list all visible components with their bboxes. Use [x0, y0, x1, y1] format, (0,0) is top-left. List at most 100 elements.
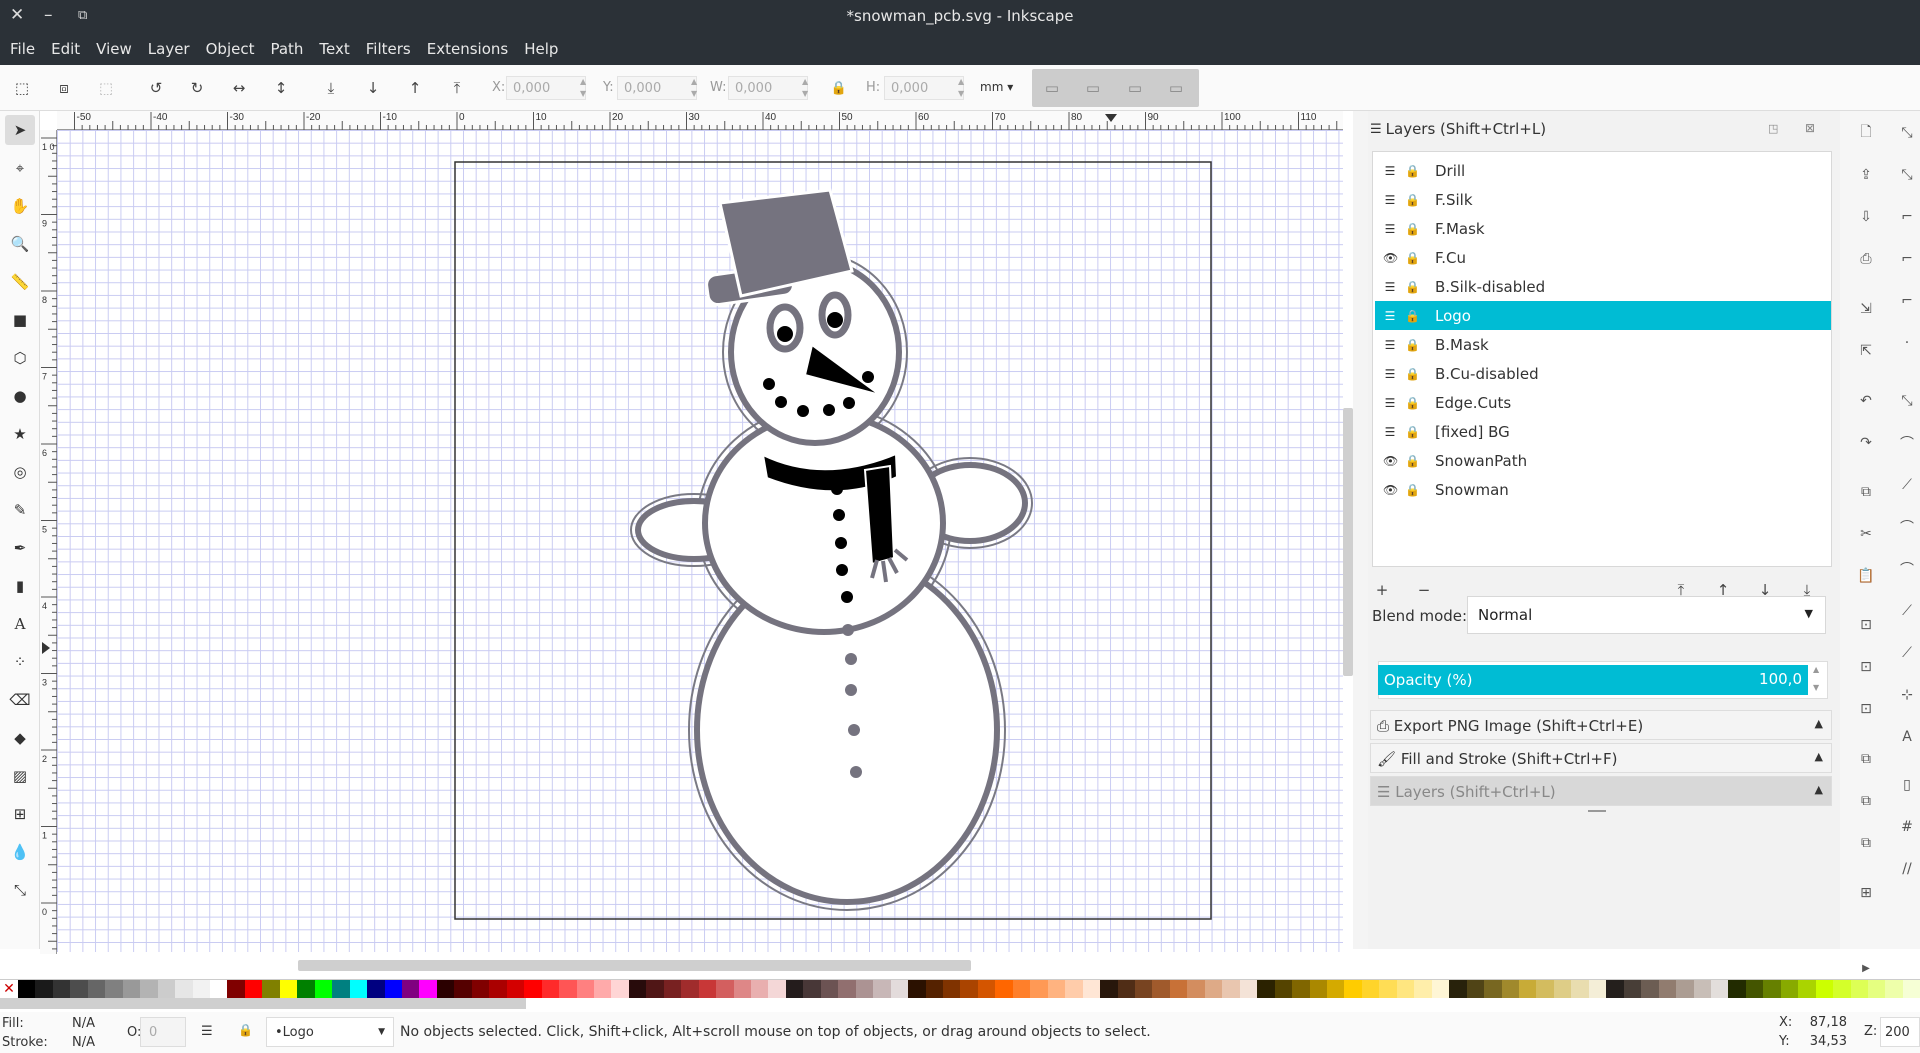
menu-help[interactable]: Help	[516, 40, 566, 58]
color-swatch[interactable]	[1361, 980, 1380, 998]
hidden-icon[interactable]: ☰	[1383, 309, 1397, 323]
eye-icon[interactable]: 👁	[1383, 251, 1398, 265]
color-swatch[interactable]	[1449, 980, 1467, 998]
color-swatch[interactable]	[1082, 980, 1101, 998]
current-layer-select[interactable]: •Logo ▼	[266, 1017, 394, 1047]
group-icon[interactable]: ⊞	[1855, 882, 1877, 904]
color-swatch[interactable]	[733, 980, 752, 998]
spiral-tool-icon[interactable]: ◎	[5, 457, 35, 487]
lower-icon[interactable]: ↓	[362, 77, 384, 99]
snap-nodes-icon[interactable]: ⤡	[1896, 390, 1918, 412]
snap-grid-icon[interactable]: #	[1896, 816, 1918, 838]
color-swatch[interactable]	[1588, 980, 1607, 998]
close-panel-icon[interactable]: ⊠	[1805, 121, 1815, 135]
dock-fill-stroke[interactable]: 🖌 Fill and Stroke (Shift+Ctrl+F) ▲	[1370, 743, 1832, 773]
zoom-selection-icon[interactable]: ⊡	[1855, 614, 1877, 636]
menu-view[interactable]: View	[88, 40, 140, 58]
color-swatch[interactable]	[1379, 980, 1397, 998]
palette-scrollbar[interactable]	[0, 998, 526, 1009]
calligraphy-tool-icon[interactable]: ▮	[5, 571, 35, 601]
color-swatch[interactable]	[1710, 980, 1729, 998]
snap-intersection-icon[interactable]: ⟋	[1896, 474, 1918, 496]
color-swatch[interactable]	[1745, 980, 1764, 998]
color-swatch[interactable]	[70, 980, 88, 998]
snap-toggle-icon[interactable]: ⤡	[1896, 122, 1918, 144]
color-swatch[interactable]	[820, 980, 839, 998]
snap-bbox-center-icon[interactable]: ·	[1896, 332, 1918, 354]
color-swatch[interactable]	[1536, 980, 1554, 998]
deselect-icon[interactable]: ⬚	[95, 77, 117, 99]
remove-layer-icon[interactable]: −	[1413, 581, 1435, 599]
move-gradients-icon[interactable]: ▭	[1124, 77, 1146, 99]
unit-select[interactable]: mm ▾	[980, 80, 1013, 94]
snap-guide-icon[interactable]: //	[1896, 858, 1918, 880]
color-swatch[interactable]	[35, 980, 53, 998]
hidden-icon[interactable]: ☰	[1383, 222, 1397, 236]
lock-icon[interactable]: 🔒	[1405, 164, 1420, 178]
color-swatch[interactable]	[471, 980, 490, 998]
raise-to-top-icon[interactable]: ⤒	[446, 77, 468, 99]
menu-object[interactable]: Object	[198, 40, 263, 58]
color-swatch[interactable]	[157, 980, 176, 998]
lock-icon[interactable]: 🔒	[1405, 338, 1420, 352]
color-swatch[interactable]	[541, 980, 560, 998]
color-swatch[interactable]	[838, 980, 856, 998]
print-icon[interactable]: ⎙	[1855, 248, 1877, 270]
lock-icon[interactable]: 🔒	[1405, 483, 1420, 497]
color-swatch[interactable]	[279, 980, 298, 998]
menu-layer[interactable]: Layer	[140, 40, 198, 58]
zoom-tool-icon[interactable]: 🔍	[5, 229, 35, 259]
color-swatch[interactable]	[1169, 980, 1188, 998]
menu-file[interactable]: File	[2, 40, 43, 58]
color-swatch[interactable]	[1135, 980, 1153, 998]
color-swatch[interactable]	[489, 980, 507, 998]
fill-value[interactable]: N/A	[72, 1016, 95, 1031]
color-swatch[interactable]	[1501, 980, 1519, 998]
color-swatch[interactable]	[593, 980, 612, 998]
undo-icon[interactable]: ↶	[1855, 390, 1877, 412]
color-swatch[interactable]	[855, 980, 874, 998]
color-swatch[interactable]	[367, 980, 385, 998]
color-swatch[interactable]	[1658, 980, 1677, 998]
color-swatch[interactable]	[960, 980, 978, 998]
ellipse-tool-icon[interactable]: ●	[5, 381, 35, 411]
snap-text-baseline-icon[interactable]: A	[1896, 726, 1918, 748]
measure-tool-icon[interactable]: 📏	[5, 267, 35, 297]
color-swatch[interactable]	[1868, 980, 1886, 998]
connector-tool-icon[interactable]: ⤡	[5, 875, 35, 905]
hidden-icon[interactable]: ☰	[1383, 164, 1397, 178]
rectangle-tool-icon[interactable]: ■	[5, 305, 35, 335]
clone-icon[interactable]: ⧉	[1855, 790, 1877, 812]
color-swatch[interactable]	[1117, 980, 1135, 998]
color-swatch[interactable]	[1100, 980, 1118, 998]
dock-layers[interactable]: ☰ Layers (Shift+Ctrl+L) ▲	[1370, 776, 1832, 806]
stroke-value[interactable]: N/A	[72, 1035, 95, 1050]
layer-row[interactable]: 👁 🔒 F.Cu	[1375, 243, 1831, 272]
color-swatch[interactable]	[1623, 980, 1642, 998]
eye-icon[interactable]: 👁	[1383, 483, 1398, 497]
color-swatch[interactable]	[1780, 980, 1799, 998]
color-swatch[interactable]	[454, 980, 472, 998]
color-swatch[interactable]	[175, 980, 193, 998]
rotate-cw-icon[interactable]: ↻	[186, 77, 208, 99]
color-swatch[interactable]	[1553, 980, 1572, 998]
snap-rotation-icon[interactable]: ⊹	[1896, 684, 1918, 706]
hidden-icon[interactable]: ☰	[1383, 338, 1397, 352]
color-swatch[interactable]	[192, 980, 210, 998]
lock-icon[interactable]: 🔒	[1405, 193, 1420, 207]
color-swatch[interactable]	[681, 980, 699, 998]
snap-bbox-icon[interactable]: ⤡	[1896, 164, 1918, 186]
menu-extensions[interactable]: Extensions	[419, 40, 516, 58]
no-paint-swatch[interactable]: ✕	[0, 980, 18, 998]
unlink-clone-icon[interactable]: ⧉	[1855, 832, 1877, 854]
color-swatch[interactable]	[209, 980, 228, 998]
layer-row[interactable]: ☰ 🔒 F.Mask	[1375, 214, 1831, 243]
color-swatch[interactable]	[890, 980, 909, 998]
snap-bbox-midpoint-icon[interactable]: ⌐	[1896, 290, 1918, 312]
text-tool-icon[interactable]: A	[5, 609, 35, 639]
color-swatch[interactable]	[1222, 980, 1240, 998]
color-swatch[interactable]	[1344, 980, 1362, 998]
snap-center-icon[interactable]: ⟋	[1896, 642, 1918, 664]
w-field[interactable]: 0,000	[728, 76, 808, 100]
export-icon[interactable]: ⇱	[1855, 340, 1877, 362]
